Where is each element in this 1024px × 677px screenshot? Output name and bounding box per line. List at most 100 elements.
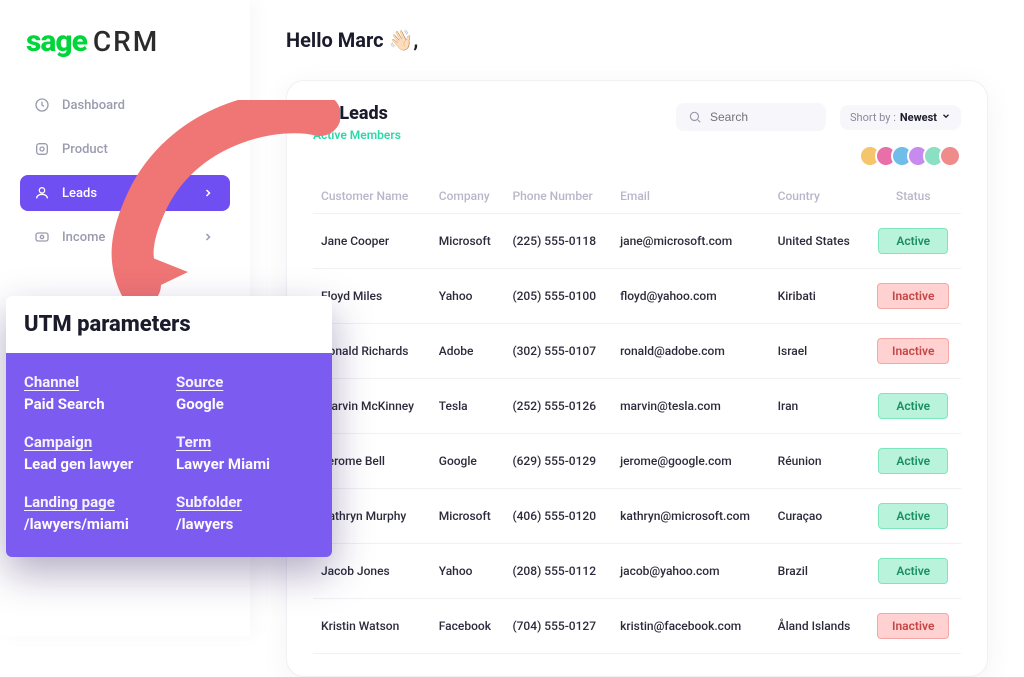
leads-col-header: Customer Name [313, 179, 431, 214]
utm-param: SourceGoogle [176, 373, 314, 413]
leads-col-header: Country [770, 179, 866, 214]
sidebar-item-label: Product [62, 142, 108, 157]
table-cell-country: Réunion [770, 434, 866, 489]
brand-logo-sage: sage [26, 24, 87, 59]
table-cell-company: Yahoo [431, 544, 505, 599]
table-row[interactable]: Marvin McKinneyTesla(252) 555-0126marvin… [313, 379, 961, 434]
table-cell-phone: (225) 555-0118 [504, 214, 612, 269]
table-cell-company: Microsoft [431, 489, 505, 544]
avatar-stack [865, 145, 961, 167]
brand-logo: sage CRM [20, 24, 230, 59]
status-badge: Active [878, 448, 948, 474]
table-row[interactable]: Jane CooperMicrosoft(225) 555-0118jane@m… [313, 214, 961, 269]
table-cell-name: Jane Cooper [313, 214, 431, 269]
table-cell-status: Inactive [865, 599, 961, 654]
search-icon [688, 109, 702, 125]
utm-param: Campaign Lead gen lawyer [24, 433, 162, 473]
table-cell-email: floyd@yahoo.com [612, 269, 770, 324]
utm-card-title: UTM parameters [6, 296, 332, 353]
sidebar-item-label: Income [62, 230, 105, 245]
table-cell-status: Inactive [865, 324, 961, 379]
table-cell-country: Israel [770, 324, 866, 379]
table-cell-company: Facebook [431, 599, 505, 654]
utm-param-label: Landing page [24, 493, 162, 511]
table-cell-status: Active [865, 214, 961, 269]
status-badge: Inactive [877, 613, 949, 639]
table-cell-status: Inactive [865, 269, 961, 324]
table-cell-phone: (406) 555-0120 [504, 489, 612, 544]
table-row[interactable]: Jerome BellGoogle(629) 555-0129jerome@go… [313, 434, 961, 489]
table-cell-country: United States [770, 214, 866, 269]
utm-param-label: Channel [24, 373, 162, 391]
table-cell-email: jerome@google.com [612, 434, 770, 489]
table-cell-company: Google [431, 434, 505, 489]
sort-label: Short by : [850, 111, 896, 124]
leads-col-header: Company [431, 179, 505, 214]
table-cell-country: Kiribati [770, 269, 866, 324]
utm-param-value: Lawyer Miami [176, 455, 314, 473]
table-row[interactable]: Kristin WatsonFacebook(704) 555-0127kris… [313, 599, 961, 654]
utm-param: ChannelPaid Search [24, 373, 162, 413]
utm-param-label: Term [176, 433, 314, 451]
leads-table: Customer NameCompanyPhone NumberEmailCou… [313, 179, 961, 654]
chevron-right-icon [200, 185, 216, 201]
table-cell-company: Microsoft [431, 214, 505, 269]
utm-param-value: Google [176, 395, 314, 413]
status-badge: Active [878, 228, 948, 254]
chevron-right-icon [200, 229, 216, 245]
sidebar-item-label: Leads [62, 186, 97, 201]
table-row[interactable]: Jacob JonesYahoo(208) 555-0112jacob@yaho… [313, 544, 961, 599]
table-cell-email: marvin@tesla.com [612, 379, 770, 434]
utm-param-value: Lead gen lawyer [24, 455, 162, 473]
status-badge: Active [878, 558, 948, 584]
table-cell-company: Adobe [431, 324, 505, 379]
table-cell-status: Active [865, 489, 961, 544]
table-cell-country: Iran [770, 379, 866, 434]
table-cell-status: Active [865, 379, 961, 434]
leads-panel: All Leads Active Members Short by : [286, 80, 988, 677]
status-badge: Active [878, 503, 948, 529]
table-cell-phone: (205) 555-0100 [504, 269, 612, 324]
table-cell-country: Curaçao [770, 489, 866, 544]
leads-col-header: Status [865, 179, 961, 214]
sort-value: Newest [900, 111, 937, 124]
sidebar-item-income[interactable]: Income [20, 219, 230, 255]
table-cell-phone: (704) 555-0127 [504, 599, 612, 654]
main-content: Hello Marc 👋🏻, All Leads Active Members [250, 0, 1024, 636]
dashboard-icon [34, 97, 50, 113]
table-cell-email: kathryn@microsoft.com [612, 489, 770, 544]
product-icon [34, 141, 50, 157]
utm-param-label: Subfolder [176, 493, 314, 511]
sidebar-item-product[interactable]: Product [20, 131, 230, 167]
table-cell-phone: (629) 555-0129 [504, 434, 612, 489]
utm-param-value: /lawyers [176, 515, 314, 533]
utm-param: Subfolder/lawyers [176, 493, 314, 533]
panel-title: All Leads [313, 103, 401, 124]
page-greeting: Hello Marc 👋🏻, [286, 28, 988, 52]
table-cell-email: ronald@adobe.com [612, 324, 770, 379]
sidebar-item-label: Dashboard [62, 98, 125, 113]
search-box[interactable] [676, 103, 826, 131]
table-cell-name: Kristin Watson [313, 599, 431, 654]
table-cell-company: Yahoo [431, 269, 505, 324]
table-cell-email: jane@microsoft.com [612, 214, 770, 269]
table-row[interactable]: Kathryn MurphyMicrosoft(406) 555-0120kat… [313, 489, 961, 544]
sidebar-item-leads[interactable]: Leads [20, 175, 230, 211]
income-icon [34, 229, 50, 245]
sort-select[interactable]: Short by : Newest [840, 105, 961, 130]
table-cell-country: Åland Islands [770, 599, 866, 654]
sidebar-item-dashboard[interactable]: Dashboard [20, 87, 230, 123]
utm-param-label: Campaign [24, 433, 162, 451]
leads-col-header: Phone Number [504, 179, 612, 214]
search-input[interactable] [710, 110, 814, 124]
table-row[interactable]: Ronald RichardsAdobe(302) 555-0107ronald… [313, 324, 961, 379]
panel-subtitle: Active Members [313, 128, 401, 142]
status-badge: Inactive [877, 338, 949, 364]
utm-param-value: /lawyers/miami [24, 515, 162, 533]
avatar [939, 145, 961, 167]
leads-col-header: Email [612, 179, 770, 214]
table-cell-email: jacob@yahoo.com [612, 544, 770, 599]
table-cell-phone: (302) 555-0107 [504, 324, 612, 379]
utm-param: Term Lawyer Miami [176, 433, 314, 473]
table-row[interactable]: Floyd MilesYahoo(205) 555-0100floyd@yaho… [313, 269, 961, 324]
